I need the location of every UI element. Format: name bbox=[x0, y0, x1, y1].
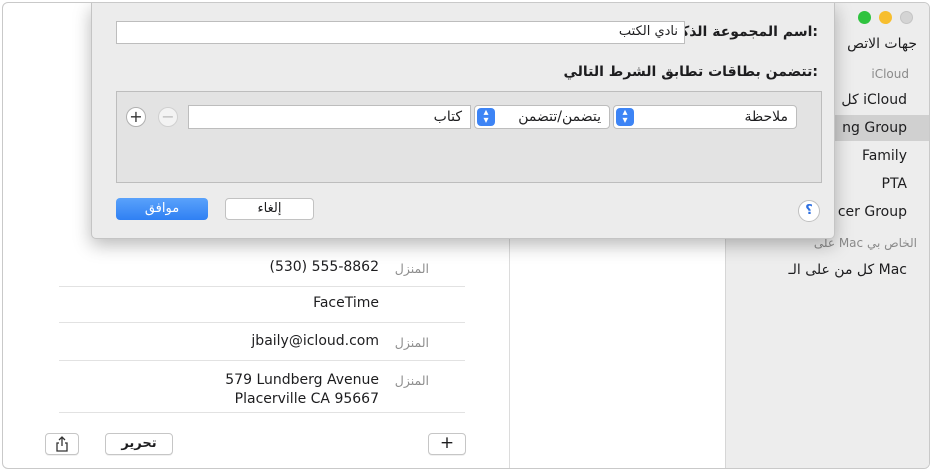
rule-operator-popup[interactable]: ▴ ▾ يتضمن/تتضمن bbox=[474, 105, 610, 129]
address-row[interactable]: المنزل 579 Lundberg Avenue Placerville C… bbox=[59, 361, 465, 413]
help-button[interactable]: ؟ bbox=[798, 200, 820, 222]
email-label: المنزل bbox=[394, 335, 429, 350]
rule-field-popup[interactable]: ▴ ▾ ملاحظة bbox=[613, 105, 797, 129]
add-rule-button[interactable]: + bbox=[126, 107, 146, 127]
rules-box: ▴ ▾ ملاحظة ▴ ▾ يتضمن/تتضمن كتاب − + bbox=[116, 91, 822, 183]
phone-row[interactable]: المنزل (530) 555-8862 bbox=[59, 249, 465, 287]
window-controls bbox=[858, 11, 913, 24]
popup-stepper-icon: ▴ ▾ bbox=[616, 108, 634, 126]
minimize-button[interactable] bbox=[879, 11, 892, 24]
facetime-row[interactable]: FaceTime bbox=[59, 287, 465, 323]
add-contact-button[interactable]: + bbox=[428, 433, 466, 455]
sidebar-item-family[interactable]: Family bbox=[862, 148, 907, 164]
phone-label: المنزل bbox=[394, 261, 429, 276]
address-label: المنزل bbox=[394, 373, 429, 388]
smart-group-name-input[interactable]: نادي الكتب bbox=[116, 21, 685, 44]
rule-operator-label: يتضمن/تتضمن bbox=[518, 109, 601, 125]
sidebar-item-soccer-group[interactable]: cer Group bbox=[838, 204, 907, 220]
zoom-button[interactable] bbox=[858, 11, 871, 24]
sidebar-item-contacts-title[interactable]: جهات الاتص bbox=[847, 36, 917, 52]
contacts-window: المنزل (530) 555-8862 FaceTime المنزل jb… bbox=[2, 2, 930, 469]
cancel-button[interactable]: إلغاء bbox=[225, 198, 314, 220]
ok-button[interactable]: موافق bbox=[116, 198, 208, 220]
phone-value[interactable]: (530) 555-8862 bbox=[270, 258, 380, 277]
share-button[interactable] bbox=[45, 433, 79, 455]
sidebar-item-all-icloud[interactable]: كل iCloud bbox=[841, 92, 907, 108]
email-row[interactable]: المنزل jbaily@icloud.com bbox=[59, 323, 465, 361]
smart-group-name-label: اسم المجموعة الذكية: bbox=[666, 24, 818, 40]
address-line2[interactable]: Placerville CA 95667 bbox=[235, 390, 379, 409]
sidebar-item-pta[interactable]: PTA bbox=[882, 176, 907, 192]
close-button[interactable] bbox=[900, 11, 913, 24]
edit-button[interactable]: تحرير bbox=[105, 433, 173, 455]
conditions-label: تتضمن بطاقات تطابق الشرط التالي: bbox=[563, 64, 818, 80]
sidebar-header-icloud: iCloud bbox=[871, 67, 909, 81]
facetime-value[interactable]: FaceTime bbox=[313, 294, 379, 313]
email-value[interactable]: jbaily@icloud.com bbox=[251, 332, 379, 351]
rule-field-label: ملاحظة bbox=[744, 109, 789, 125]
address-line1[interactable]: 579 Lundberg Avenue bbox=[225, 371, 379, 390]
popup-stepper-icon: ▴ ▾ bbox=[477, 108, 495, 126]
share-icon bbox=[56, 436, 68, 452]
smart-group-dialog: اسم المجموعة الذكية: نادي الكتب تتضمن بط… bbox=[91, 3, 835, 239]
rule-value-input[interactable]: كتاب bbox=[188, 105, 471, 129]
remove-rule-button[interactable]: − bbox=[158, 107, 178, 127]
sidebar-item-all-on-mac[interactable]: كل من على الـ Mac bbox=[788, 262, 907, 278]
